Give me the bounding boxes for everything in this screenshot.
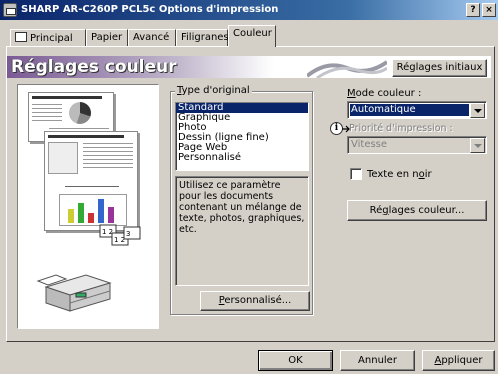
tab-avance[interactable]: Avancé [128,29,176,47]
ribbon-graphic-icon [307,60,387,78]
reset-settings-button[interactable]: Réglages initiaux [392,59,487,77]
cancel-button[interactable]: Annuler [340,350,415,371]
tab-principal[interactable]: Principal [10,29,86,47]
tab-filigranes[interactable]: Filigranes [176,29,229,47]
color-mode-select[interactable]: Automatique [347,101,487,119]
chevron-down-icon [470,138,485,153]
list-item-personnalise[interactable]: Personnalisé [176,153,308,163]
tab-label: Principal [30,33,73,44]
color-mode-value: Automatique [350,104,469,116]
print-priority-value: Vitesse [351,139,388,150]
black-text-label: Texte en noir [367,169,432,180]
tab-label: Couleur [233,28,272,39]
color-mode-label: Mode couleur : [347,88,422,99]
help-button[interactable]: ? [466,3,480,17]
original-type-description: Utilisez ce paramètre pour les documents… [175,176,309,286]
ok-button[interactable]: OK [258,350,333,371]
tab-label: Papier [91,32,123,43]
preview-pane: 1 2 1 2 3 [17,84,159,329]
section-heading: Réglages couleur [11,57,177,77]
svg-text:1 2: 1 2 [102,228,113,236]
original-type-label: Type d'original [175,85,252,96]
black-text-checkbox[interactable] [350,168,362,180]
preview-pie-chart [69,102,91,124]
custom-button[interactable]: Personnalisé... [200,291,310,311]
printer-icon [3,3,17,17]
preview-page-2 [44,131,138,231]
chevron-down-icon[interactable] [470,103,485,118]
tab-label: Filigranes [181,32,229,43]
print-priority-label: Priorité d'impression : [349,123,453,134]
preview-heading-bar [32,96,102,99]
preview-bar-chart [59,194,127,226]
svg-text:3: 3 [126,230,130,238]
tab-couleur[interactable]: Couleur [228,25,276,47]
tab-papier[interactable]: Papier [86,29,128,47]
close-button[interactable]: × [482,3,496,17]
title-bar: SHARP AR-C260P PCL5c Options d'impressio… [0,0,498,20]
copies-icon: 1 2 1 2 3 [99,224,141,246]
original-type-list[interactable]: Standard Graphique Photo Dessin (ligne f… [175,102,309,171]
preview-image [48,142,78,174]
print-priority-select: Vitesse [347,136,487,154]
color-settings-button[interactable]: Réglages couleur... [347,200,487,221]
tab-label: Avancé [133,32,170,43]
apply-button[interactable]: Appliquer [422,350,495,371]
printer-illustration-icon [36,274,112,312]
window-title: SHARP AR-C260P PCL5c Options d'impressio… [21,4,279,15]
svg-text:1 2: 1 2 [114,236,125,244]
printer-tab-icon [15,32,27,42]
